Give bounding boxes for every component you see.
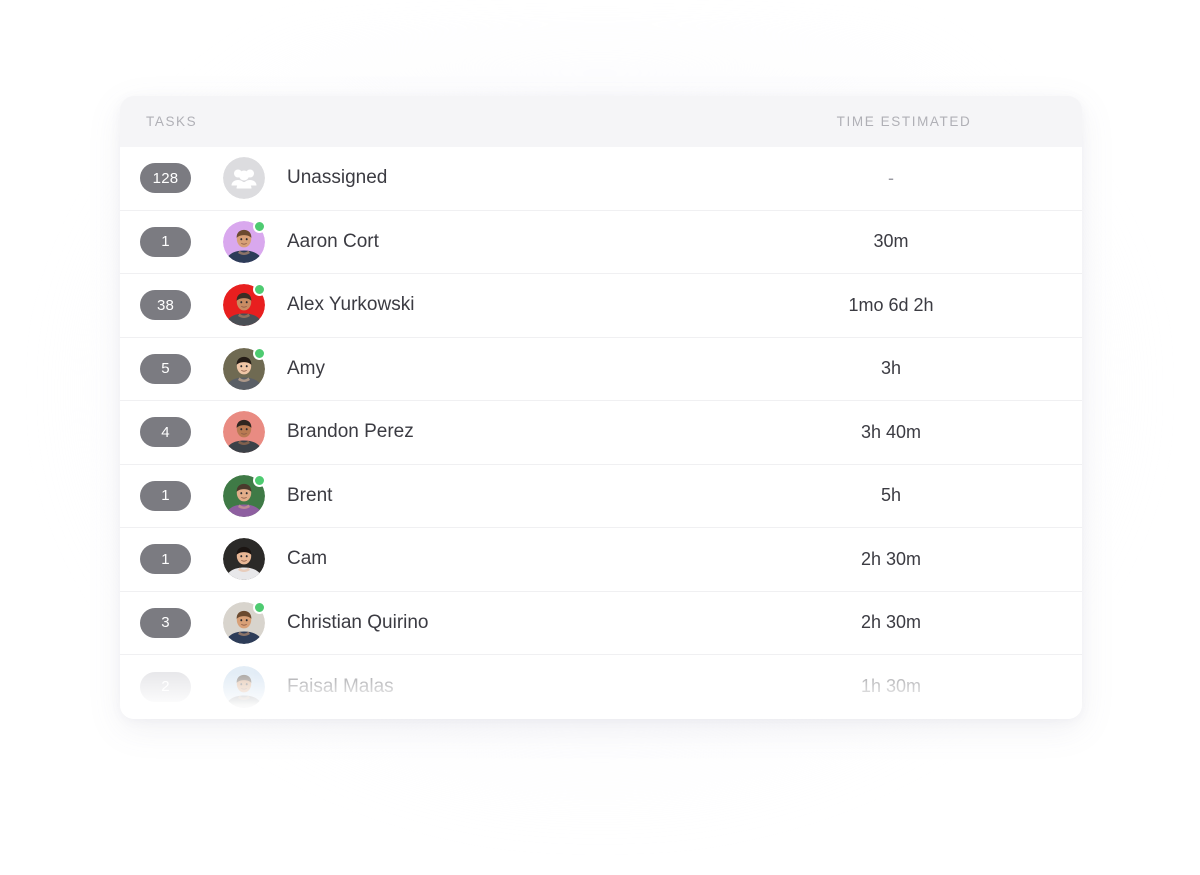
avatar-image	[223, 665, 265, 708]
table-body: 128 Unassigned - 1 Aaron Cort 30m 38 Alex Yurko…	[120, 147, 1082, 719]
group-icon	[223, 157, 265, 200]
online-status-dot	[253, 283, 266, 297]
online-status-dot	[253, 600, 266, 614]
table-row[interactable]: 1 Aaron Cort 30m	[120, 210, 1082, 274]
online-status-dot	[253, 473, 266, 487]
table-row[interactable]: 5 Amy 3h	[120, 337, 1082, 401]
task-count-badge: 1	[140, 226, 191, 257]
table-row[interactable]: 38 Alex Yurkowski 1mo 6d 2h	[120, 274, 1082, 338]
cell-tasks: 1 Brent	[120, 473, 780, 517]
cell-tasks: 1 Cam	[120, 538, 780, 581]
cell-time-estimated: 5h	[880, 485, 902, 506]
workload-card: TASKS TIME ESTIMATED 128 Unassigned - 1 Aaro…	[120, 96, 1082, 719]
cell-time-estimated: 2h 30m	[860, 548, 922, 569]
table-row[interactable]: 3 Christian Quirino 2h 30m	[120, 591, 1082, 655]
online-status-dot	[253, 346, 266, 360]
table-row[interactable]: 128 Unassigned -	[120, 147, 1082, 211]
column-header-tasks: TASKS	[146, 114, 198, 129]
stage: TASKS TIME ESTIMATED 128 Unassigned - 1 Aaro…	[0, 0, 1200, 875]
cell-tasks: 128 Unassigned	[120, 157, 780, 200]
cell-tasks: 1 Aaron Cort	[120, 219, 780, 263]
avatar[interactable]	[223, 665, 265, 708]
avatar[interactable]	[223, 346, 266, 390]
table-header: TASKS TIME ESTIMATED	[120, 96, 1082, 147]
assignee-name: Cam	[287, 548, 328, 570]
task-count-badge: 1	[140, 544, 191, 575]
cell-time-estimated: 30m	[873, 231, 909, 252]
assignee-name: Brent	[287, 484, 333, 506]
cell-time-estimated: 1mo 6d 2h	[848, 294, 934, 315]
cell-tasks: 4 Brandon Perez	[120, 411, 780, 454]
cell-tasks: 38 Alex Yurkowski	[120, 283, 780, 327]
cell-tasks: 5 Amy	[120, 346, 780, 390]
avatar[interactable]	[223, 600, 266, 644]
task-count-badge: 128	[140, 163, 191, 194]
assignee-name: Amy	[287, 357, 325, 379]
avatar-photo	[223, 665, 265, 708]
task-count-badge: 2	[140, 671, 191, 702]
column-header-time-estimated: TIME ESTIMATED	[836, 114, 972, 129]
avatar-image	[223, 411, 265, 454]
cell-tasks: 3 Christian Quirino	[120, 600, 780, 644]
avatar[interactable]	[223, 538, 265, 581]
avatar[interactable]	[223, 473, 266, 517]
task-count-badge: 5	[140, 353, 191, 384]
cell-time-estimated: -	[888, 167, 894, 188]
assignee-name: Aaron Cort	[287, 230, 379, 252]
assignee-name: Unassigned	[287, 167, 388, 189]
cell-time-estimated: 2h 30m	[860, 612, 922, 633]
cell-tasks: 2 Faisal Malas	[120, 665, 780, 708]
assignee-name: Alex Yurkowski	[287, 294, 415, 316]
assignee-name: Christian Quirino	[287, 611, 429, 633]
table-row[interactable]: 2 Faisal Malas 1h 30m	[120, 655, 1082, 719]
table-row[interactable]: 4 Brandon Perez 3h 40m	[120, 401, 1082, 465]
cell-time-estimated: 3h	[880, 358, 902, 379]
task-count-badge: 38	[140, 290, 191, 321]
table-row[interactable]: 1 Brent 5h	[120, 464, 1082, 528]
cell-time-estimated: 3h 40m	[860, 421, 922, 442]
avatar[interactable]	[223, 219, 266, 263]
avatar[interactable]	[223, 411, 265, 454]
task-count-badge: 1	[140, 480, 191, 511]
assignee-name: Faisal Malas	[287, 675, 394, 697]
avatar-image	[223, 538, 265, 581]
group-icon	[223, 157, 265, 200]
assignee-name: Brandon Perez	[287, 421, 414, 443]
avatar-photo	[223, 538, 265, 581]
unassigned-avatar[interactable]	[223, 157, 265, 200]
online-status-dot	[253, 219, 266, 233]
avatar-photo	[223, 411, 265, 454]
table-row[interactable]: 1 Cam 2h 30m	[120, 528, 1082, 592]
task-count-badge: 3	[140, 607, 191, 638]
cell-time-estimated: 1h 30m	[860, 676, 922, 697]
avatar[interactable]	[223, 283, 266, 327]
task-count-badge: 4	[140, 417, 191, 448]
